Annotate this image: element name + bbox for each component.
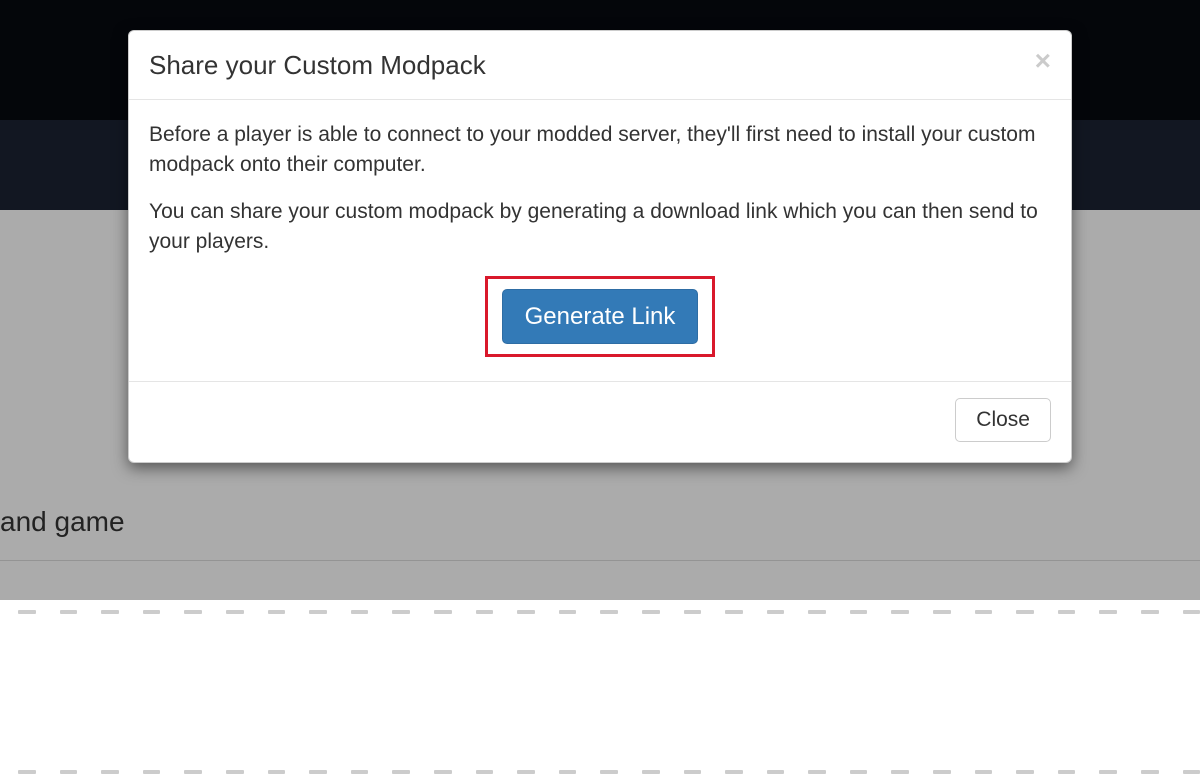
- generate-link-button[interactable]: Generate Link: [502, 289, 699, 344]
- generate-button-wrap: Generate Link: [149, 276, 1051, 357]
- modal-title: Share your Custom Modpack: [149, 49, 486, 83]
- close-button[interactable]: Close: [955, 398, 1051, 442]
- dashed-row: [0, 770, 1200, 774]
- share-modpack-modal: Share your Custom Modpack × Before a pla…: [128, 30, 1072, 463]
- close-icon[interactable]: ×: [1035, 47, 1051, 75]
- modal-footer: Close: [129, 382, 1071, 462]
- modal-header: Share your Custom Modpack ×: [129, 31, 1071, 100]
- modal-body: Before a player is able to connect to yo…: [129, 100, 1071, 382]
- highlight-box: Generate Link: [485, 276, 716, 357]
- modal-paragraph-1: Before a player is able to connect to yo…: [149, 120, 1051, 181]
- modal-paragraph-2: You can share your custom modpack by gen…: [149, 197, 1051, 258]
- dashed-row: [0, 610, 1200, 614]
